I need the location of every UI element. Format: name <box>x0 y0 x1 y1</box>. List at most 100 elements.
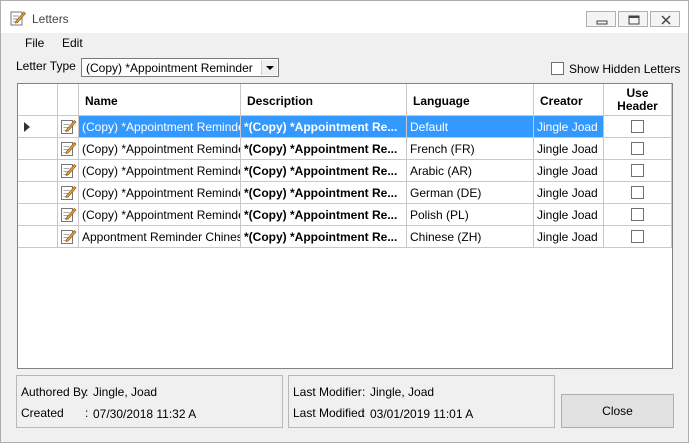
minimize-icon <box>596 20 608 25</box>
use-header-checkbox[interactable] <box>631 120 644 133</box>
language-cell[interactable]: Default <box>407 116 534 138</box>
authored-panel: Authored By : Jingle, Joad Created : 07/… <box>16 375 283 428</box>
use-header-cell[interactable] <box>604 204 672 226</box>
description-cell[interactable]: *(Copy) *Appointment Re... <box>241 204 407 226</box>
row-icon-cell[interactable] <box>58 160 79 182</box>
modified-panel: Last Modifier : Jingle, Joad Last Modifi… <box>288 375 555 428</box>
chevron-down-icon <box>266 66 274 70</box>
name-text: Appontment Reminder Chinese <box>82 230 241 244</box>
creator-text: Jingle Joad <box>537 208 598 222</box>
current-row-arrow-icon <box>24 122 30 132</box>
column-header-language[interactable]: Language <box>407 84 534 116</box>
use-header-cell[interactable] <box>604 138 672 160</box>
use-header-cell[interactable] <box>604 226 672 248</box>
dropdown-button[interactable] <box>261 60 277 75</box>
row-icon-cell[interactable] <box>58 204 79 226</box>
letter-type-value: (Copy) *Appointment Reminder <box>86 61 253 75</box>
creator-cell[interactable]: Jingle Joad <box>534 226 604 248</box>
row-header-column <box>18 84 58 116</box>
menu-file[interactable]: File <box>24 36 45 50</box>
column-header-creator[interactable]: Creator <box>534 84 604 116</box>
name-cell[interactable]: (Copy) *Appointment Reminder 5 <box>79 204 241 226</box>
table-row[interactable]: (Copy) *Appointment Reminder 1 *(Copy) *A… <box>18 116 672 138</box>
creator-cell[interactable]: Jingle Joad <box>534 182 604 204</box>
last-modified-value: 03/01/2019 11:01 A <box>370 407 474 421</box>
name-cell[interactable]: (Copy) *Appointment Reminder 4 <box>79 182 241 204</box>
creator-cell[interactable]: Jingle Joad <box>534 138 604 160</box>
letter-edit-icon <box>10 11 26 26</box>
table-row[interactable]: Appontment Reminder Chinese *(Copy) *Appo… <box>18 226 672 248</box>
use-header-checkbox[interactable] <box>631 164 644 177</box>
language-cell[interactable]: Arabic (AR) <box>407 160 534 182</box>
use-header-checkbox[interactable] <box>631 186 644 199</box>
language-text: Polish (PL) <box>410 208 469 222</box>
name-cell[interactable]: Appontment Reminder Chinese <box>79 226 241 248</box>
row-icon-cell[interactable] <box>58 116 79 138</box>
use-header-cell[interactable] <box>604 160 672 182</box>
use-header-cell[interactable] <box>604 182 672 204</box>
row-header[interactable] <box>18 182 58 204</box>
description-text: *(Copy) *Appointment Re... <box>244 142 398 156</box>
menu-bar: File Edit <box>1 33 688 53</box>
table-row[interactable]: (Copy) *Appointment Reminder 4 *(Copy) *A… <box>18 182 672 204</box>
column-header-description[interactable]: Description <box>241 84 407 116</box>
row-header[interactable] <box>18 116 58 138</box>
maximize-icon <box>628 15 640 25</box>
letter-icon <box>61 185 77 200</box>
use-header-checkbox[interactable] <box>631 230 644 243</box>
description-cell[interactable]: *(Copy) *Appointment Re... <box>241 116 407 138</box>
creator-text: Jingle Joad <box>537 164 598 178</box>
created-label: Created <box>21 406 64 420</box>
row-icon-cell[interactable] <box>58 138 79 160</box>
created-colon: : <box>85 406 89 420</box>
use-header-cell[interactable] <box>604 116 672 138</box>
use-header-checkbox[interactable] <box>631 142 644 155</box>
row-header[interactable] <box>18 160 58 182</box>
language-text: Default <box>410 120 449 134</box>
creator-text: Jingle Joad <box>537 230 598 244</box>
show-hidden-label: Show Hidden Letters <box>569 62 681 76</box>
use-header-checkbox[interactable] <box>631 208 644 221</box>
row-icon-cell[interactable] <box>58 226 79 248</box>
creator-cell[interactable]: Jingle Joad <box>534 204 604 226</box>
window-title: Letters <box>32 12 69 26</box>
row-header[interactable] <box>18 138 58 160</box>
table-row[interactable]: (Copy) *Appointment Reminder 2 *(Copy) *A… <box>18 138 672 160</box>
column-header-name[interactable]: Name <box>79 84 241 116</box>
name-cell[interactable]: (Copy) *Appointment Reminder 2 <box>79 138 241 160</box>
name-cell[interactable]: (Copy) *Appointment Reminder 1 <box>79 116 241 138</box>
description-cell[interactable]: *(Copy) *Appointment Re... <box>241 226 407 248</box>
row-header[interactable] <box>18 226 58 248</box>
language-cell[interactable]: French (FR) <box>407 138 534 160</box>
language-cell[interactable]: Chinese (ZH) <box>407 226 534 248</box>
name-cell[interactable]: (Copy) *Appointment Reminder 3 <box>79 160 241 182</box>
last-modifier-value: Jingle, Joad <box>370 385 435 399</box>
show-hidden-checkbox[interactable] <box>551 62 564 75</box>
letter-icon <box>61 119 77 134</box>
description-text: *(Copy) *Appointment Re... <box>244 230 398 244</box>
row-icon-cell[interactable] <box>58 182 79 204</box>
creator-cell[interactable]: Jingle Joad <box>534 116 604 138</box>
letters-grid: Name Description Language Creator Use Hea… <box>17 83 673 369</box>
name-text: (Copy) *Appointment Reminder 3 <box>82 164 240 178</box>
column-header-use-header[interactable]: Use Header <box>604 84 672 116</box>
maximize-button[interactable] <box>618 11 648 27</box>
icon-column-header <box>58 84 79 116</box>
description-cell[interactable]: *(Copy) *Appointment Re... <box>241 160 407 182</box>
table-row[interactable]: (Copy) *Appointment Reminder 5 *(Copy) *A… <box>18 204 672 226</box>
creator-cell[interactable]: Jingle Joad <box>534 160 604 182</box>
minimize-button[interactable] <box>586 11 616 27</box>
language-cell[interactable]: German (DE) <box>407 182 534 204</box>
letter-type-dropdown[interactable]: (Copy) *Appointment Reminder <box>81 58 279 77</box>
menu-edit[interactable]: Edit <box>61 36 84 50</box>
description-cell[interactable]: *(Copy) *Appointment Re... <box>241 182 407 204</box>
description-text: *(Copy) *Appointment Re... <box>244 186 398 200</box>
letter-type-label: Letter Type <box>16 59 76 73</box>
close-window-button[interactable] <box>650 11 680 27</box>
row-header[interactable] <box>18 204 58 226</box>
language-cell[interactable]: Polish (PL) <box>407 204 534 226</box>
table-row[interactable]: (Copy) *Appointment Reminder 3 *(Copy) *A… <box>18 160 672 182</box>
description-cell[interactable]: *(Copy) *Appointment Re... <box>241 138 407 160</box>
name-text: (Copy) *Appointment Reminder 2 <box>82 142 240 156</box>
close-button[interactable]: Close <box>561 394 674 428</box>
